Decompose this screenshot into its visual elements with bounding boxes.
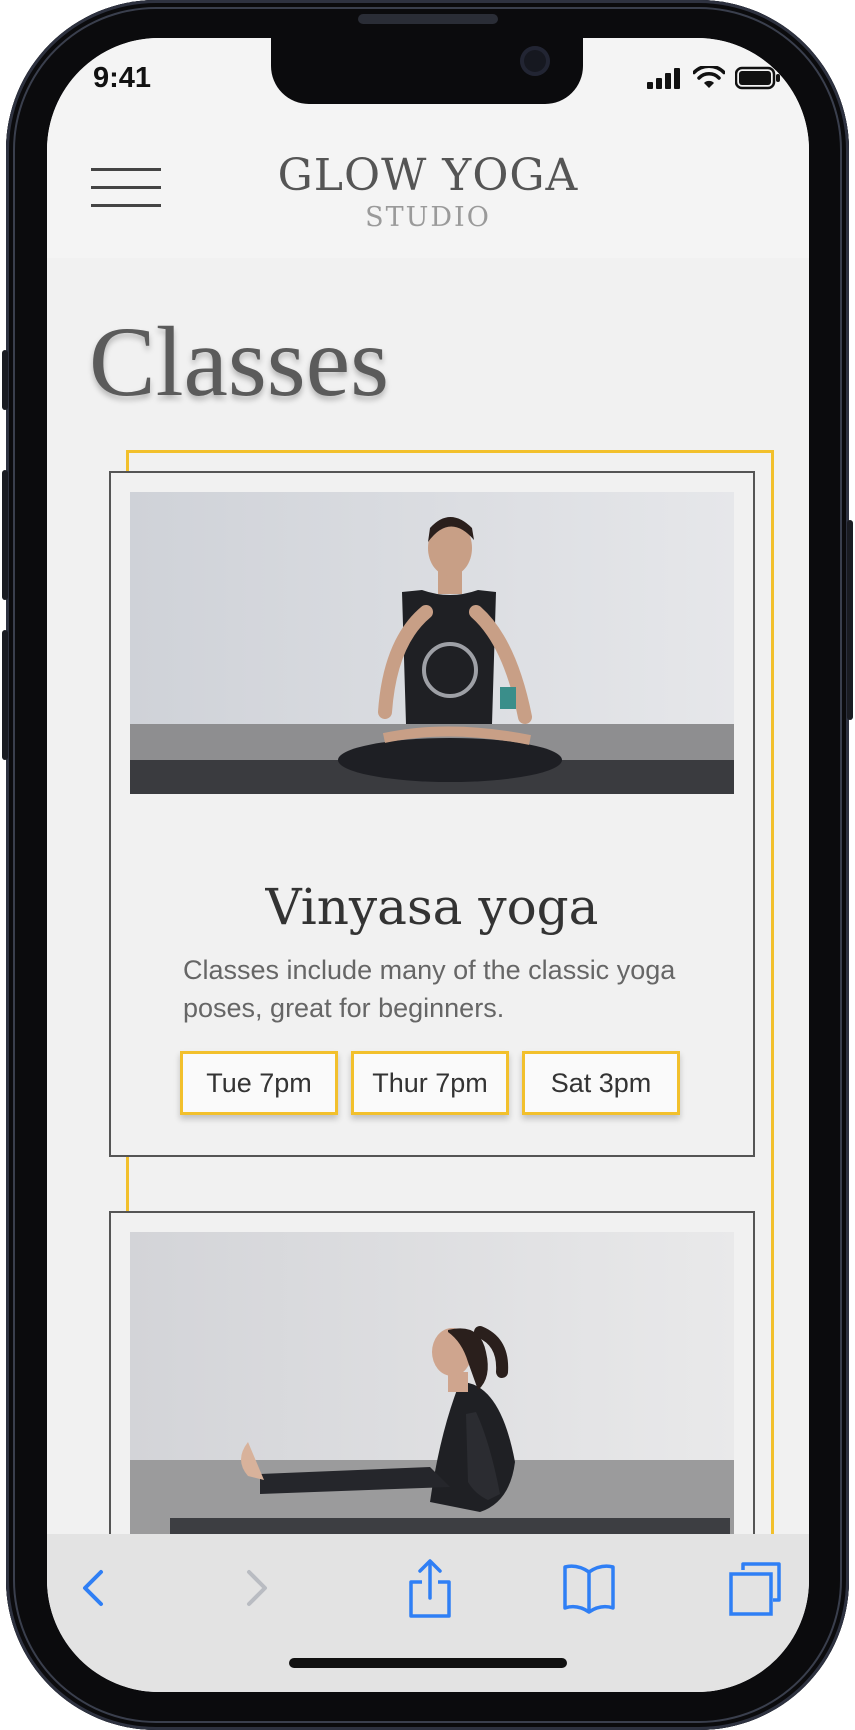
class-photo bbox=[130, 492, 734, 794]
browser-toolbar bbox=[47, 1534, 809, 1692]
clock: 9:41 bbox=[93, 62, 152, 94]
signal-icon bbox=[647, 68, 680, 89]
mute-switch bbox=[2, 350, 8, 410]
time-slot-button[interactable]: Tue 7pm bbox=[180, 1051, 338, 1115]
forward-icon[interactable] bbox=[237, 1558, 277, 1618]
time-slot-button[interactable]: Sat 3pm bbox=[522, 1051, 680, 1115]
page-content: Classes Vinyasa yoga Classes include man… bbox=[47, 258, 809, 1631]
power-button bbox=[847, 520, 853, 720]
class-title: Vinyasa yoga bbox=[265, 878, 599, 936]
share-icon[interactable] bbox=[405, 1558, 455, 1622]
logo-subtitle: STUDIO bbox=[365, 202, 491, 233]
notch bbox=[271, 38, 583, 104]
class-card: Vinyasa yoga Classes include many of the… bbox=[109, 471, 755, 1157]
page-title: Classes bbox=[89, 306, 389, 417]
screen: GLOW YOGA STUDIO 9:41 Classes Vinyasa yo… bbox=[47, 38, 809, 1692]
front-camera bbox=[520, 46, 550, 76]
time-slot-button[interactable]: Thur 7pm bbox=[351, 1051, 509, 1115]
tabs-icon[interactable] bbox=[727, 1558, 783, 1618]
logo-title[interactable]: GLOW YOGA bbox=[47, 150, 809, 201]
speaker-grille bbox=[358, 14, 498, 24]
volume-up-button bbox=[2, 470, 8, 600]
status-icons bbox=[647, 66, 781, 90]
volume-down-button bbox=[2, 630, 8, 760]
class-description: Classes include many of the classic yoga… bbox=[183, 955, 676, 1023]
back-icon[interactable] bbox=[73, 1558, 113, 1618]
class-times: Tue 7pm Thur 7pm Sat 3pm bbox=[180, 1051, 680, 1115]
battery-icon bbox=[735, 66, 780, 90]
wifi-icon bbox=[693, 66, 725, 88]
bookmarks-icon[interactable] bbox=[561, 1558, 617, 1618]
home-indicator[interactable] bbox=[289, 1658, 567, 1668]
class-photo bbox=[130, 1232, 734, 1534]
